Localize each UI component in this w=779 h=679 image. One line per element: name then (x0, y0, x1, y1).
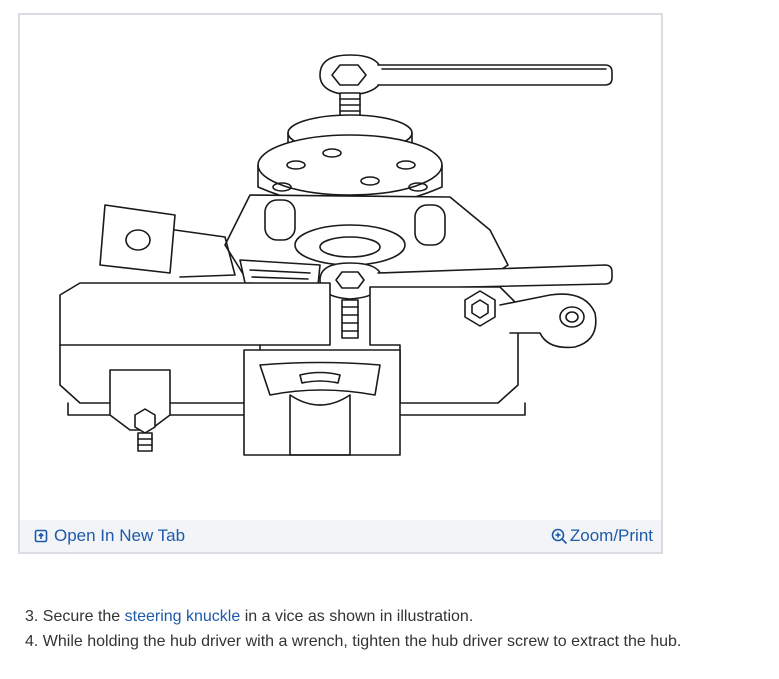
open-in-new-tab-label: Open In New Tab (54, 526, 186, 545)
open-new-tab-icon (34, 529, 48, 543)
procedure-steps: 3. Secure the steering knuckle in a vice… (25, 604, 765, 654)
illustration-figure: Open In New Tab Zoom/Print (18, 13, 663, 554)
hub-removal-illustration (59, 54, 613, 456)
step-number: 4. (25, 633, 39, 650)
step-item: 3. Secure the steering knuckle in a vice… (25, 604, 765, 629)
zoom-print-label: Zoom/Print (569, 526, 653, 545)
figure-toolbar: Open In New Tab Zoom/Print (20, 520, 661, 552)
open-in-new-tab-link[interactable]: Open In New Tab (34, 520, 185, 552)
zoom-print-link[interactable]: Zoom/Print (551, 520, 653, 552)
upper-wrench (319, 54, 613, 96)
bench-vice (59, 282, 597, 456)
zoom-in-icon (551, 528, 568, 545)
steering-knuckle-link[interactable]: steering knuckle (125, 608, 241, 625)
step-text: While holding the hub driver with a wren… (42, 633, 682, 650)
step-number: 3. (25, 608, 39, 625)
hub-driver (257, 114, 443, 208)
step-text: in a vice as shown in illustration. (244, 608, 474, 625)
step-item: 4. While holding the hub driver with a w… (25, 629, 765, 654)
step-text: Secure the (42, 608, 121, 625)
